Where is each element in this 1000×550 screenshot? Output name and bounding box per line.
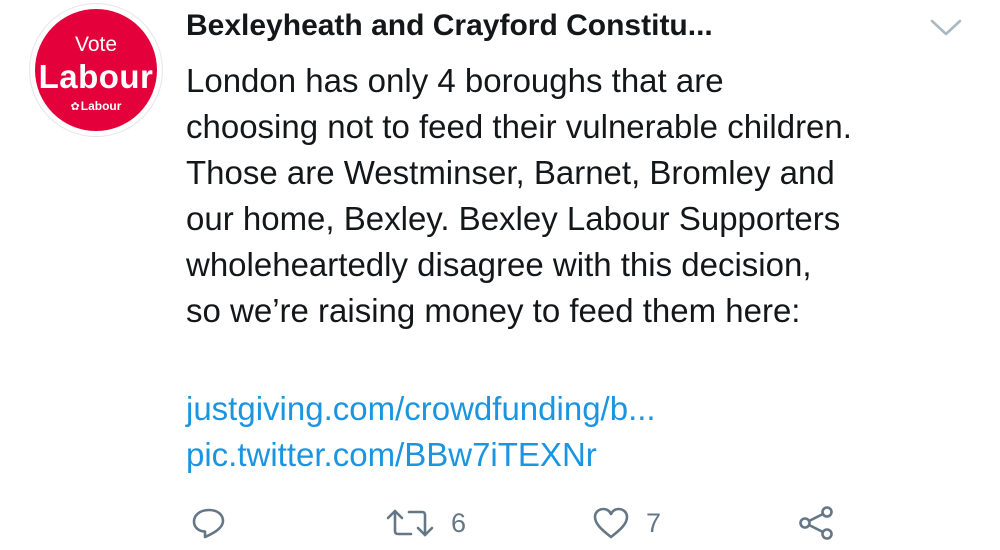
reply-button[interactable] xyxy=(190,500,228,546)
tweet: Vote Labour ✿Labour Bexleyheath and Cray… xyxy=(0,0,1000,550)
avatar-labour-text: Labour xyxy=(38,58,154,95)
share-button[interactable] xyxy=(796,500,836,546)
tweet-text-line: our home, Bexley. Bexley Labour Supporte… xyxy=(186,200,841,237)
retweet-button[interactable]: 6 xyxy=(385,500,466,546)
share-icon xyxy=(799,506,833,540)
tweet-text-line: Those are Westminser, Barnet, Bromley an… xyxy=(186,154,835,191)
justgiving-link[interactable]: justgiving.com/crowdfunding/b... xyxy=(186,386,656,432)
retweet-icon xyxy=(386,509,434,537)
reply-icon xyxy=(192,508,225,539)
tweet-text-line: wholeheartedly disagree with this decisi… xyxy=(186,246,812,283)
labour-logo: ✿Labour xyxy=(29,99,163,113)
tweet-text: London has only 4 boroughs that are choo… xyxy=(186,58,976,334)
tweet-text-line: London has only 4 boroughs that are xyxy=(186,62,724,99)
tweet-text-line: choosing not to feed their vulnerable ch… xyxy=(186,108,852,145)
labour-logo-text: Labour xyxy=(80,99,122,113)
heart-icon xyxy=(593,507,629,539)
tweet-text-line: so we’re raising money to feed them here… xyxy=(186,292,801,329)
retweet-count: 6 xyxy=(451,507,467,538)
author-name[interactable]: Bexleyheath and Crayford Constitu... xyxy=(186,9,713,43)
action-bar: 6 7 xyxy=(0,500,1000,546)
avatar[interactable]: Vote Labour ✿Labour xyxy=(29,3,163,137)
pic-twitter-link[interactable]: pic.twitter.com/BBw7iTEXNr xyxy=(186,432,656,478)
rose-icon: ✿ xyxy=(70,101,80,113)
like-button[interactable]: 7 xyxy=(592,500,661,546)
tweet-links: justgiving.com/crowdfunding/b... pic.twi… xyxy=(186,386,656,478)
avatar-vote-text: Vote xyxy=(74,33,118,56)
chevron-down-icon[interactable] xyxy=(929,18,963,38)
like-count: 7 xyxy=(646,507,662,538)
